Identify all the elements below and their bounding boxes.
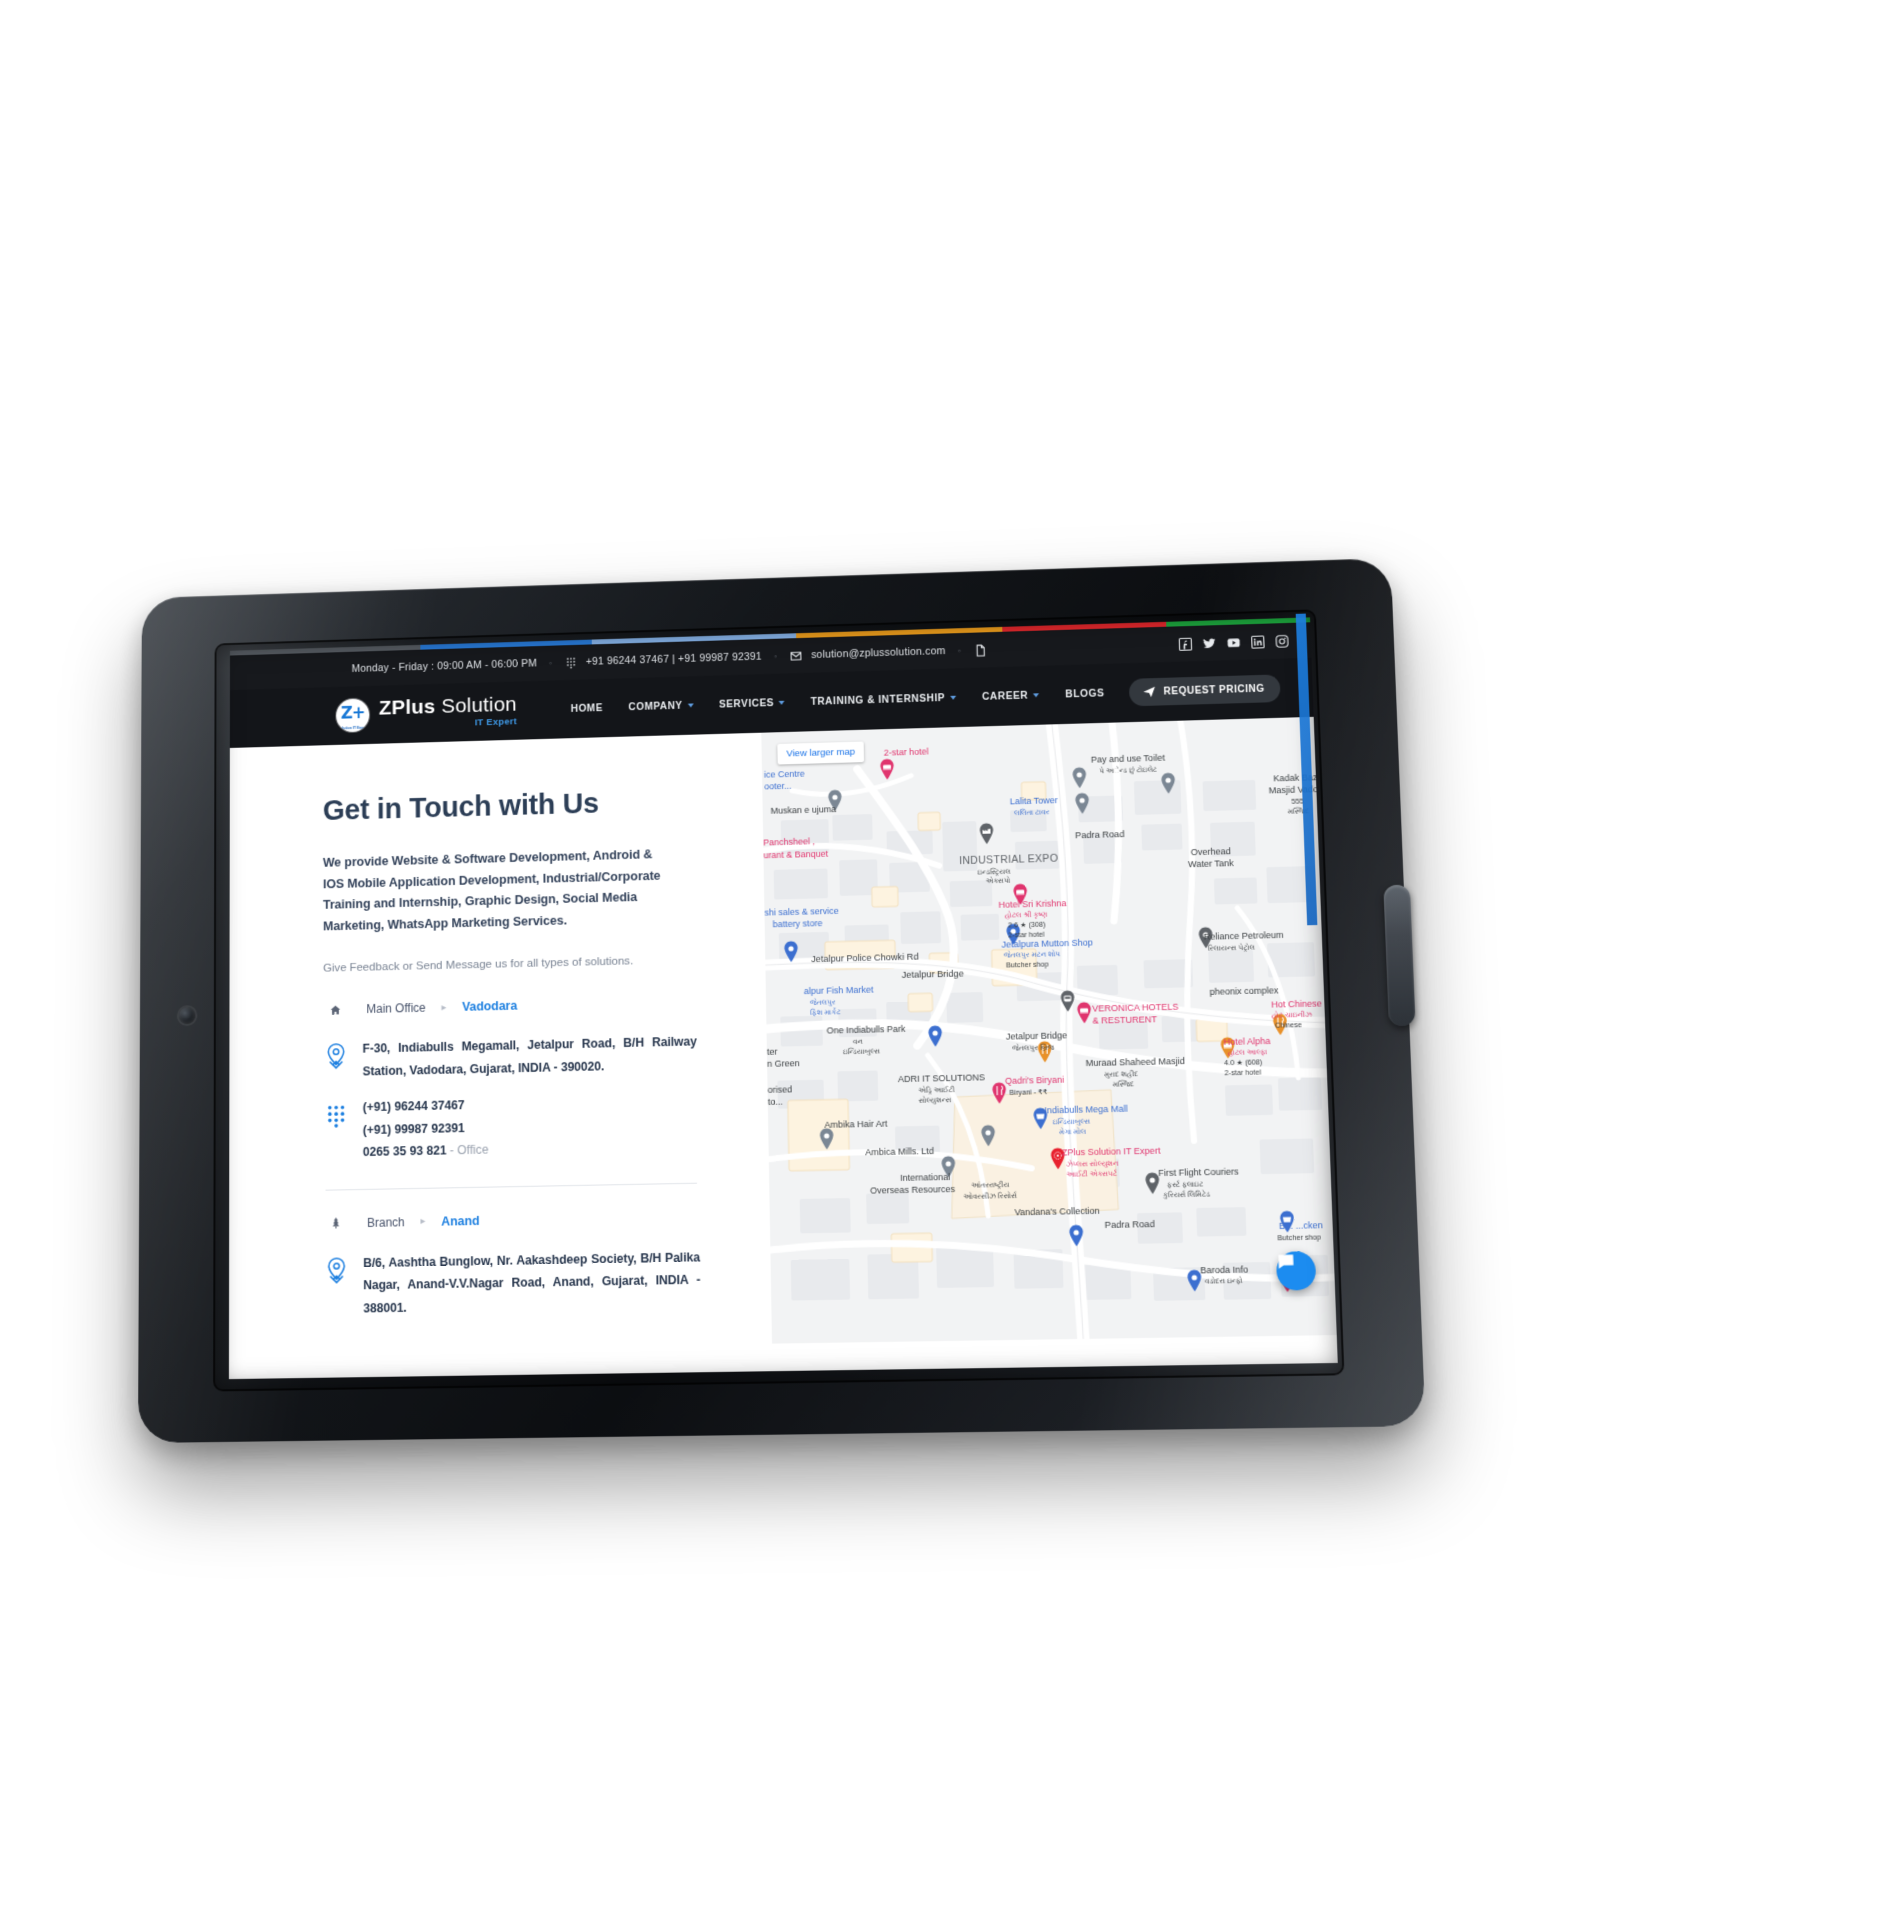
- power-button[interactable]: [1383, 884, 1416, 1027]
- screen-inner-edge: [215, 611, 1342, 1389]
- screenshot-stage: Monday - Friday : 09:00 AM - 06:00 PM ◦ …: [0, 0, 1885, 1920]
- tablet-device: Monday - Friday : 09:00 AM - 06:00 PM ◦ …: [138, 557, 1426, 1444]
